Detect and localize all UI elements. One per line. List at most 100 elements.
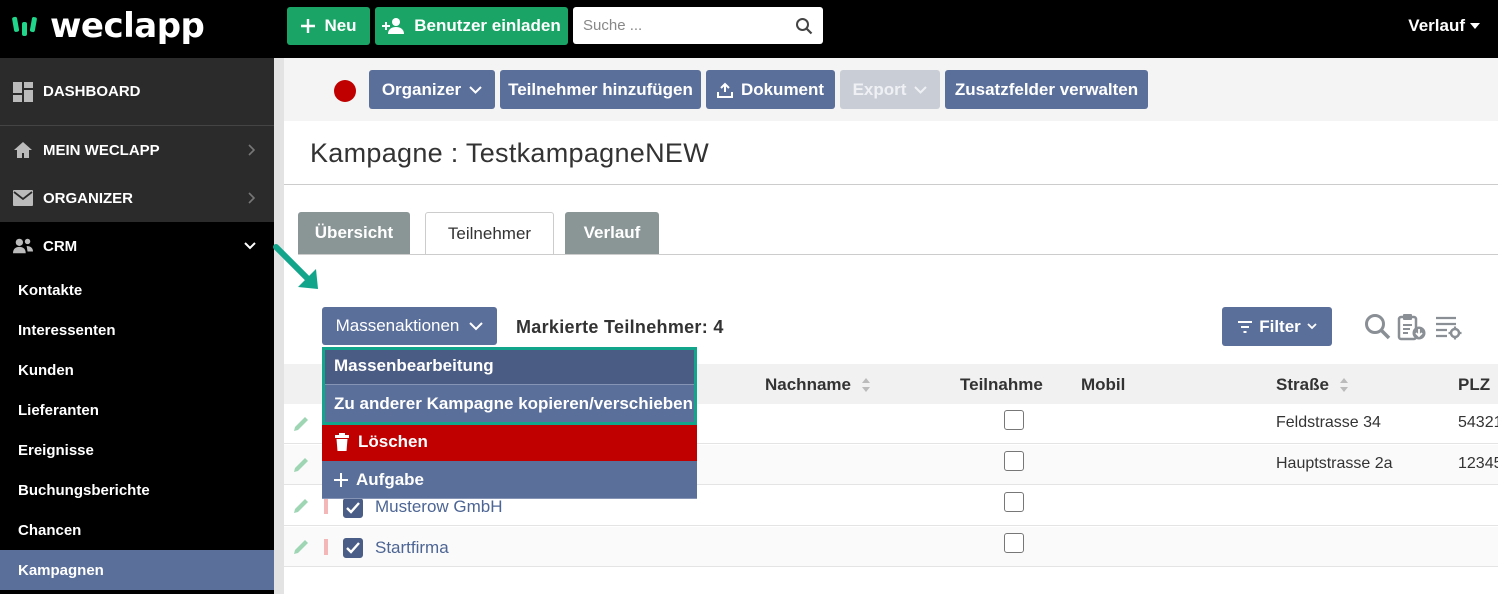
new-button-label: Neu — [324, 16, 357, 35]
row-select-checkbox[interactable] — [343, 498, 363, 518]
participation-checkbox[interactable] — [1004, 410, 1024, 430]
main-content: Organizer Teilnehmer hinzufügen Dokument… — [273, 58, 1498, 594]
tabs-divider — [298, 254, 1498, 255]
column-header-nachname[interactable]: Nachname — [765, 375, 871, 395]
search-icon[interactable] — [1364, 313, 1392, 341]
sidebar-item-organizer[interactable]: ORGANIZER — [0, 174, 274, 222]
sidebar-item-ereignisse[interactable]: Ereignisse — [0, 430, 274, 470]
participation-checkbox[interactable] — [1004, 492, 1024, 512]
chevron-down-icon — [914, 85, 928, 94]
chevron-down-icon — [244, 242, 256, 250]
home-icon — [13, 140, 33, 160]
edit-icon[interactable] — [292, 497, 310, 515]
menu-item-copy-move[interactable]: Zu anderer Kampagne kopieren/verschieben — [322, 385, 697, 423]
filter-button[interactable]: Filter — [1222, 307, 1332, 346]
edit-icon[interactable] — [292, 538, 310, 556]
filter-label: Filter — [1259, 316, 1301, 336]
sidebar-item-kontakte[interactable]: Kontakte — [0, 270, 274, 310]
mass-actions-dropdown: Massenbearbeitung Zu anderer Kampagne ko… — [322, 347, 697, 499]
menu-item-task[interactable]: Aufgabe — [322, 461, 697, 499]
sidebar-item-dashboard[interactable]: DASHBOARD — [0, 58, 274, 126]
dashboard-icon — [13, 81, 33, 102]
mass-actions-button[interactable]: Massenaktionen — [322, 307, 497, 345]
new-button[interactable]: Neu — [287, 7, 370, 45]
upload-icon — [716, 82, 733, 98]
menu-item-delete[interactable]: Löschen — [322, 423, 697, 461]
table-row[interactable]: Startfirma — [284, 527, 1498, 567]
filter-icon — [1238, 320, 1253, 333]
invite-user-button[interactable]: Benutzer einladen — [375, 7, 568, 45]
marked-participants-count: Markierte Teilnehmer: 4 — [516, 317, 724, 337]
document-button[interactable]: Dokument — [706, 70, 835, 109]
column-header-mobil[interactable]: Mobil — [1081, 375, 1125, 395]
search-input[interactable] — [583, 17, 795, 34]
menu-item-label: Löschen — [358, 431, 428, 451]
participation-checkbox[interactable] — [1004, 533, 1024, 553]
invite-user-label: Benutzer einladen — [414, 16, 561, 35]
history-menu[interactable]: Verlauf — [1408, 16, 1480, 36]
sidebar-item-mein-weclapp[interactable]: MEIN WECLAPP — [0, 126, 274, 174]
check-icon — [346, 542, 360, 554]
sidebar-item-lieferanten[interactable]: Lieferanten — [0, 390, 274, 430]
sidebar-item-interessenten[interactable]: Interessenten — [0, 310, 274, 350]
column-header-teilnahme[interactable]: Teilnahme — [960, 375, 1043, 395]
divider — [284, 184, 1498, 185]
list-settings-icon[interactable] — [1434, 313, 1462, 341]
sidebar-item-chancen[interactable]: Chancen — [0, 510, 274, 550]
logo-text: weclapp — [50, 6, 205, 46]
column-header-label: Mobil — [1081, 375, 1126, 394]
row-select-checkbox[interactable] — [343, 538, 363, 558]
clipboard-download-icon[interactable] — [1397, 313, 1427, 341]
street-cell: Feldstrasse 34 — [1276, 414, 1381, 431]
menu-item-label: Massenbearbeitung — [334, 355, 494, 375]
status-indicator — [334, 80, 356, 102]
check-icon — [346, 502, 360, 514]
chevron-right-icon — [248, 144, 256, 156]
sidebar-divider — [274, 58, 284, 594]
zip-cell: 54321 — [1458, 414, 1498, 431]
search-icon[interactable] — [795, 17, 813, 35]
mass-actions-label: Massenaktionen — [335, 316, 460, 335]
plus-icon — [301, 19, 316, 33]
users-icon — [13, 236, 33, 256]
trash-icon — [335, 432, 349, 451]
column-header-plz[interactable]: PLZ — [1458, 375, 1490, 395]
column-header-strasse[interactable]: Straße — [1276, 375, 1349, 395]
delete-icon[interactable] — [324, 539, 328, 555]
action-toolbar: Organizer Teilnehmer hinzufügen Dokument… — [284, 58, 1498, 121]
sidebar-item-buchungsberichte[interactable]: Buchungsberichte — [0, 470, 274, 510]
add-user-icon — [382, 18, 405, 34]
organizer-button[interactable]: Organizer — [369, 70, 495, 109]
top-bar: weclapp Neu Benutzer einladen Verlauf — [0, 0, 1498, 58]
street-cell: Hauptstrasse 2a — [1276, 455, 1393, 472]
zip-cell: 12345 — [1458, 455, 1498, 472]
export-button[interactable]: Export — [840, 70, 940, 109]
sidebar-item-crm[interactable]: CRM — [0, 222, 274, 270]
envelope-icon — [13, 188, 33, 208]
custom-fields-button[interactable]: Zusatzfelder verwalten — [945, 70, 1148, 109]
row-name-link[interactable]: Musterow GmbH — [375, 497, 503, 517]
participation-checkbox[interactable] — [1004, 451, 1024, 471]
edit-icon[interactable] — [292, 456, 310, 474]
row-name-link[interactable]: Startfirma — [375, 538, 449, 558]
sidebar-item-kampagnen[interactable]: Kampagnen — [0, 550, 274, 590]
logo[interactable]: weclapp — [12, 6, 205, 46]
sidebar-item-label: CRM — [43, 237, 78, 255]
menu-item-label: Aufgabe — [356, 469, 424, 489]
annotation-arrow-icon — [273, 244, 318, 289]
document-label: Dokument — [740, 79, 825, 99]
delete-icon[interactable] — [324, 498, 328, 514]
chevron-down-icon — [469, 321, 484, 330]
chevron-right-icon — [248, 192, 256, 204]
add-participants-label: Teilnehmer hinzufügen — [508, 79, 693, 99]
organizer-label: Organizer — [381, 79, 462, 99]
menu-item-mass-edit[interactable]: Massenbearbeitung — [322, 347, 697, 385]
tab-verlauf[interactable]: Verlauf — [565, 212, 659, 254]
menu-item-label: Zu anderer Kampagne kopieren/verschieben — [334, 393, 694, 413]
edit-icon[interactable] — [292, 415, 310, 433]
sidebar-item-kunden[interactable]: Kunden — [0, 350, 274, 390]
add-participants-button[interactable]: Teilnehmer hinzufügen — [500, 70, 701, 109]
tab-teilnehmer[interactable]: Teilnehmer — [425, 212, 554, 255]
page-title: Kampagne : TestkampagneNEW — [310, 138, 710, 168]
sort-icon — [861, 378, 870, 392]
